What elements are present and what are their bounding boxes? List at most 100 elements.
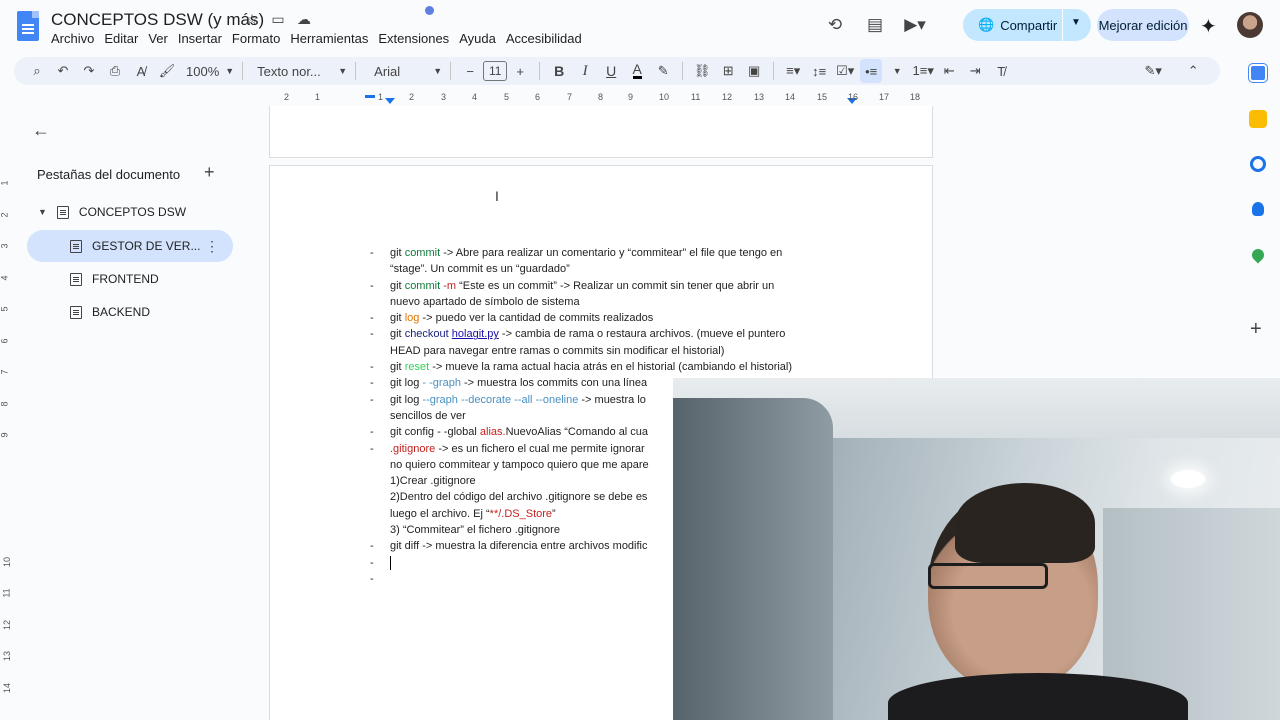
improve-editing-button[interactable]: Mejorar edición [1097,9,1189,41]
style-select[interactable]: Texto nor... ▼ [257,59,347,83]
bold-icon[interactable]: B [548,59,570,83]
increase-font-icon[interactable]: + [509,59,531,83]
history-icon[interactable]: ⟲ [820,10,850,40]
gemini-sparkle-icon[interactable]: ✦ [1200,14,1217,39]
globe-icon: 🌐 [978,17,995,32]
share-button[interactable]: 🌐 Compartir ▼ [963,9,1091,41]
text-color-icon[interactable]: A [626,59,648,83]
chevron-down-icon: ▼ [433,66,443,76]
chevron-down-icon: ▼ [225,66,235,76]
vruler-label: 7 [0,369,10,375]
decrease-indent-icon[interactable]: ⇤ [938,59,960,83]
menu-herramientas[interactable]: Herramientas [290,31,373,46]
tab-label: FRONTEND [92,272,159,286]
menu-insertar[interactable]: Insertar [178,31,227,46]
decrease-font-icon[interactable]: − [459,59,481,83]
checklist-icon[interactable]: ☑▾ [834,59,856,83]
back-arrow-icon[interactable]: ← [32,120,50,141]
left-indent-marker[interactable] [385,98,395,104]
tab-frontend[interactable]: FRONTEND [70,263,230,295]
increase-indent-icon[interactable]: ⇥ [964,59,986,83]
formatting-toolbar: ⌕ ↶ ↷ ⎙ A̸ 🖌 100% ▼ Texto nor... ▼ Arial ▼ … [14,57,1220,85]
font-value: Arial [374,63,401,79]
bulleted-list-icon[interactable]: •≡ [860,59,883,83]
collapse-menu-icon[interactable]: ⌃ [1182,59,1204,83]
ruler-label: 8 [598,92,604,102]
list-item: - git commit -> Abre para realizar un co… [370,247,783,276]
ruler-label: 1 [378,92,384,102]
menu-archivo[interactable]: Archivo [51,31,99,46]
keep-icon[interactable] [1249,110,1267,128]
caret-down-icon[interactable]: ▼ [38,207,47,217]
tab-gestor-de-versiones[interactable]: GESTOR DE VER... ⋮ [27,230,233,262]
share-divider [1062,9,1063,41]
text-cursor-icon: I [495,188,499,204]
menu-ver[interactable]: Ver [148,31,173,46]
underline-icon[interactable]: U [600,59,622,83]
spellcheck-icon[interactable]: A̸ [130,59,152,83]
add-comment-icon[interactable]: ⊞ [717,59,739,83]
print-icon[interactable]: ⎙ [104,59,126,83]
list-item: - git checkout holagit.py -> cambia de r… [370,328,786,357]
vruler-label: 13 [2,650,13,662]
toolbar-divider [682,62,684,80]
menu-accesibilidad[interactable]: Accesibilidad [506,31,587,46]
comments-icon[interactable]: ▤ [860,10,890,40]
ruler-label: 4 [472,92,478,102]
undo-icon[interactable]: ↶ [52,59,74,83]
calendar-icon[interactable] [1248,63,1268,83]
editing-mode-icon[interactable]: ✎▾ [1142,59,1164,83]
ruler-label: 18 [910,92,921,102]
zoom-select[interactable]: 100% ▼ [186,59,234,83]
star-icon[interactable]: ☆ [244,11,260,28]
link-icon[interactable]: ⛓ [691,59,713,83]
toolbar-divider [539,62,541,80]
ruler-label: 2 [284,92,290,102]
chevron-down-icon: ▼ [338,66,348,76]
chevron-down-icon[interactable]: ▼ [886,59,908,83]
insert-image-icon[interactable]: ▣ [743,59,765,83]
avatar[interactable] [1237,12,1263,38]
highlight-icon[interactable]: ✎ [652,59,674,83]
menu-extensiones[interactable]: Extensiones [378,31,454,46]
docs-logo-icon[interactable] [17,11,39,41]
ruler-label: 15 [817,92,828,102]
tab-label: CONCEPTOS DSW [78,205,187,219]
previous-page[interactable] [269,106,933,158]
clear-formatting-icon[interactable]: T̸ [990,59,1012,83]
paint-format-icon[interactable]: 🖌 [156,59,178,83]
doc-title[interactable]: CONCEPTOS DSW (y más) [51,10,264,30]
cloud-status-icon[interactable]: ☁ [296,11,312,28]
italic-icon[interactable]: I [574,59,596,83]
ruler-label: 6 [535,92,541,102]
menu-editar[interactable]: Editar [104,31,143,46]
add-tab-icon[interactable]: + [204,162,215,183]
first-line-indent-marker[interactable] [365,95,375,98]
vertical-ruler[interactable]: 1 2 3 4 5 6 7 8 9 10 11 12 13 14 [0,110,12,720]
add-apps-icon[interactable]: + [1250,318,1262,341]
maps-icon[interactable] [1249,246,1267,264]
file-link[interactable]: holagit.py [452,328,499,340]
font-select[interactable]: Arial ▼ [374,59,442,83]
horizontal-ruler[interactable]: 2 1 1 2 3 4 5 6 7 8 9 10 11 12 13 14 15 … [270,90,932,104]
move-folder-icon[interactable]: ▭ [270,11,286,28]
search-icon[interactable]: ⌕ [26,59,48,83]
contacts-icon[interactable] [1252,202,1264,216]
more-options-icon[interactable]: ⋮ [205,238,219,255]
tab-backend[interactable]: BACKEND [70,296,230,328]
font-size-input[interactable]: 11 [483,61,508,81]
tab-conceptos-dsw[interactable]: ▼ CONCEPTOS DSW [38,196,238,228]
align-icon[interactable]: ≡▾ [782,59,804,83]
menu-formato[interactable]: Formato [232,31,285,46]
redo-icon[interactable]: ↷ [78,59,100,83]
document-icon [70,239,82,253]
meet-icon[interactable]: ▶▾ [900,10,930,40]
menu-ayuda[interactable]: Ayuda [459,31,501,46]
ruler-label: 16 [848,92,859,102]
share-label: Compartir [1000,17,1058,33]
tasks-icon[interactable] [1250,156,1266,172]
numbered-list-icon[interactable]: 1≡▾ [912,59,934,83]
line-spacing-icon[interactable]: ↕≡ [808,59,830,83]
chevron-down-icon[interactable]: ▼ [1071,17,1081,28]
document-tabs-panel: ← Pestañas del documento + ▼ CONCEPTOS D… [14,110,250,720]
